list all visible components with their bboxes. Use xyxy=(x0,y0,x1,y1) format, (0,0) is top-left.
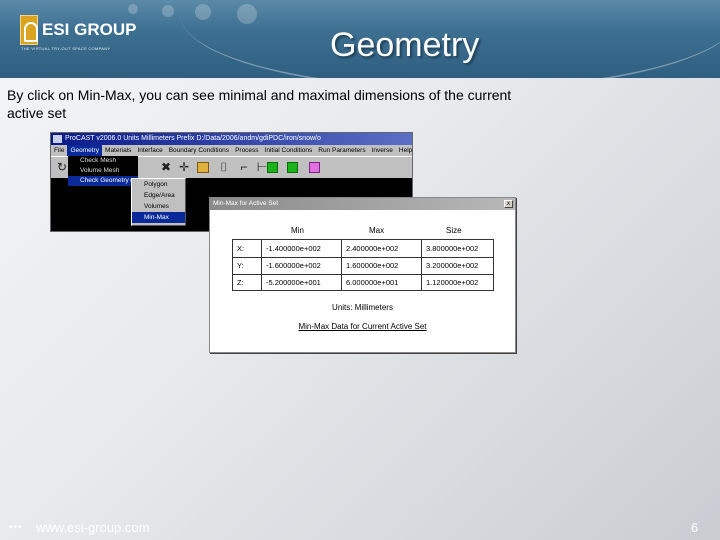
footer-dots: ••• xyxy=(9,522,23,533)
logo-text: ESI GROUP xyxy=(42,20,137,39)
min-max-dialog: Min-Max for Active Set x Min Max Size X:… xyxy=(209,197,516,353)
check-geometry-submenu: Polygon Edge/Area Volumes Min-Max xyxy=(131,178,186,226)
menu-boundary-conditions[interactable]: Boundary Conditions xyxy=(166,145,232,156)
min-max-table: X: -1.400000e+002 2.400000e+002 3.800000… xyxy=(232,239,494,291)
column-header-min: Min xyxy=(291,226,304,235)
menu-item-check-geometry[interactable]: Check Geometry ▸ xyxy=(68,176,138,186)
menu-process[interactable]: Process xyxy=(232,145,261,156)
menu-item-volume-mesh[interactable]: Volume Mesh xyxy=(68,166,138,176)
menu-item-check-geometry-label: Check Geometry xyxy=(80,177,129,184)
table-row-y: Y: -1.600000e+002 1.600000e+002 3.200000… xyxy=(233,257,493,274)
x-max-value: 2.400000e+002 xyxy=(346,244,399,253)
column-header-size: Size xyxy=(446,226,462,235)
esi-logo-icon xyxy=(20,15,38,45)
slide-description: By click on Min-Max, you can see minimal… xyxy=(7,87,512,121)
table-row-x: X: -1.400000e+002 2.400000e+002 3.800000… xyxy=(233,240,493,257)
procast-title-bar: ProCAST v2006.0 Units Millimeters Prefix… xyxy=(51,133,412,145)
rotate-icon[interactable]: ↻ xyxy=(55,160,69,174)
menu-file[interactable]: File xyxy=(51,145,67,156)
slide-title: Geometry xyxy=(330,26,480,64)
x-size-value: 3.800000e+002 xyxy=(426,244,479,253)
menu-geometry[interactable]: Geometry xyxy=(67,145,103,156)
z-size-value: 1.120000e+002 xyxy=(426,278,479,287)
procast-window-title: ProCAST v2006.0 Units Millimeters Prefix… xyxy=(65,135,321,142)
units-label: Units: Millimeters xyxy=(332,303,393,312)
z-max-value: 6.000000e+001 xyxy=(346,278,399,287)
cut-plane-icon[interactable]: ⌷ xyxy=(217,160,231,174)
volume-solid-icon[interactable] xyxy=(287,162,298,173)
y-max-value: 1.600000e+002 xyxy=(346,261,399,270)
scale-icon[interactable]: ✖ xyxy=(159,160,173,174)
menu-help[interactable]: Help xyxy=(396,145,415,156)
dialog-caption: Min-Max Data for Current Active Set xyxy=(298,322,427,331)
decorative-dot xyxy=(162,5,174,17)
page-number: 6 xyxy=(691,520,699,535)
color-icon[interactable] xyxy=(309,162,320,173)
submenu-item-volumes[interactable]: Volumes xyxy=(132,201,185,212)
y-size-value: 3.200000e+002 xyxy=(426,261,479,270)
z-min-value: -5.200000e+001 xyxy=(266,278,321,287)
table-row-z: Z: -5.200000e+001 6.000000e+001 1.120000… xyxy=(233,274,493,291)
edge-icon[interactable]: ⌐ xyxy=(237,160,251,174)
x-min-value: -1.400000e+002 xyxy=(266,244,321,253)
menu-materials[interactable]: Materials xyxy=(102,145,134,156)
decorative-dot xyxy=(128,4,138,14)
submenu-item-polygon[interactable]: Polygon xyxy=(132,179,185,190)
header-banner: ESI GROUP THE VIRTUAL TRY-OUT SPACE COMP… xyxy=(0,0,720,78)
volume-icon[interactable] xyxy=(267,162,278,173)
row-axis-label: X: xyxy=(237,244,245,253)
decorative-dot xyxy=(195,4,211,20)
submenu-item-edge-area[interactable]: Edge/Area xyxy=(132,190,185,201)
row-axis-label: Y: xyxy=(237,261,244,270)
move-icon[interactable]: ✛ xyxy=(177,160,191,174)
menu-initial-conditions[interactable]: Initial Conditions xyxy=(262,145,316,156)
dialog-title: Min-Max for Active Set xyxy=(210,198,515,210)
menu-item-check-mesh[interactable]: Check Mesh xyxy=(68,156,138,166)
y-min-value: -1.600000e+002 xyxy=(266,261,321,270)
row-axis-label: Z: xyxy=(237,278,244,287)
menu-run-parameters[interactable]: Run Parameters xyxy=(315,145,368,156)
app-icon xyxy=(53,135,62,143)
menu-inverse[interactable]: Inverse xyxy=(369,145,396,156)
geometry-dropdown: Check Mesh Volume Mesh Check Geometry ▸ xyxy=(68,156,138,192)
close-icon[interactable]: x xyxy=(504,200,513,208)
mesh-icon[interactable] xyxy=(197,162,209,173)
column-header-max: Max xyxy=(369,226,385,235)
submenu-item-min-max[interactable]: Min-Max xyxy=(132,212,185,223)
decorative-dot xyxy=(237,4,257,24)
footer-url-link[interactable]: www.esi-group.com xyxy=(36,520,149,535)
procast-menubar: File Geometry Materials Interface Bounda… xyxy=(51,145,412,156)
logo-tagline: THE VIRTUAL TRY-OUT SPACE COMPANY xyxy=(21,46,111,51)
menu-interface[interactable]: Interface xyxy=(134,145,165,156)
